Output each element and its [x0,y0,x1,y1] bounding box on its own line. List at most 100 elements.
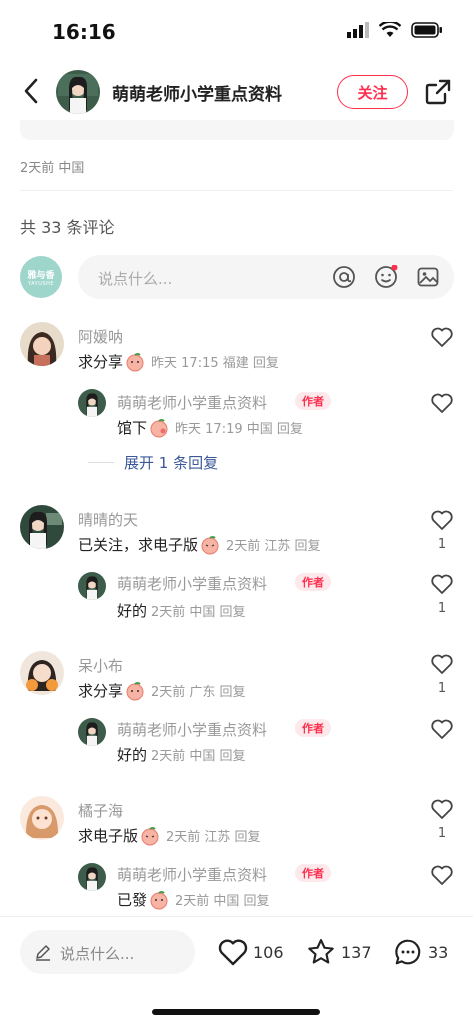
heart-icon[interactable] [430,573,454,595]
reply-text: 已發 2天前 中国 回复 [117,889,270,910]
reply-avatar[interactable] [78,572,106,600]
divider [20,190,453,191]
commenter-name[interactable]: 阿媛呐 [78,326,123,347]
home-indicator [152,1009,320,1015]
bottom-action-bar: 说点什么... 106 137 33 [0,916,473,1024]
reply-body: 馆下 [117,419,148,437]
reply-body: 好的 [117,746,148,764]
heart-icon[interactable] [430,326,454,348]
expand-replies-button[interactable]: 展开 1 条回复 [88,452,218,473]
comment-body: 求分享 [78,682,124,700]
shy-emoji-icon [150,418,168,437]
comment-meta[interactable]: 2天前 江苏 回复 [226,535,321,554]
teacher-avatar-image [78,572,106,600]
reply-author-name[interactable]: 萌萌老师小学重点资料 [117,573,267,594]
author-tag: 作者 [295,864,331,882]
commenter-avatar[interactable] [20,796,64,840]
heart-icon[interactable] [430,798,454,820]
comment-body: 求电子版 [78,827,139,845]
comment-text: 已关注，求电子版 2天前 江苏 回复 [78,534,321,555]
previous-content-card [20,120,454,140]
commenter-name[interactable]: 晴晴的天 [78,509,138,530]
battery-icon [411,22,442,38]
expand-line [88,462,114,463]
reply-author-name[interactable]: 萌萌老师小学重点资料 [117,719,267,740]
reply-meta[interactable]: 2天前 中国 回复 [151,601,246,620]
heart-icon[interactable] [430,718,454,740]
follow-button[interactable]: 关注 [337,75,408,109]
status-time: 16:16 [52,20,116,44]
heart-icon[interactable] [430,392,454,414]
reply-meta[interactable]: 2天前 中国 回复 [175,890,270,909]
reply-avatar[interactable] [78,863,106,891]
share-button[interactable] [424,78,452,106]
author-tag: 作者 [295,719,331,737]
heart-icon[interactable] [430,653,454,675]
emoji-icon[interactable] [374,265,398,289]
my-avatar-subtext: YAYUSHE [27,280,54,287]
girl-avatar-image [20,651,64,695]
like-count: 1 [437,681,447,696]
reply-text: 好的 2天前 中国 回复 [117,600,246,621]
comment-meta[interactable]: 2天前 江苏 回复 [166,826,261,845]
reply-avatar[interactable] [78,718,106,746]
commenter-name[interactable]: 呆小布 [78,655,123,676]
comment-input[interactable]: 说点什么... [78,255,454,299]
bottom-comment-input[interactable]: 说点什么... [20,930,195,974]
comment-input-row: 雅与香 YAYUSHE 说点什么... [0,254,473,300]
status-icons [347,22,443,38]
cartoon-girl-avatar-image [20,796,64,840]
reply-meta[interactable]: 2天前 中国 回复 [151,745,246,764]
reply-author-name[interactable]: 萌萌老师小学重点资料 [117,392,267,413]
reply-avatar[interactable] [78,389,106,417]
peach-emoji-icon [126,681,144,700]
peach-emoji-icon [150,890,168,909]
pleading-emoji-icon [201,535,219,554]
comment-meta[interactable]: 昨天 17:15 福建 回复 [151,352,279,371]
comment-button[interactable]: 33 [392,934,448,970]
wifi-icon [379,22,401,37]
like-button[interactable]: 106 [217,934,284,970]
collect-button[interactable]: 137 [305,934,372,970]
author-name[interactable]: 萌萌老师小学重点资料 [112,80,282,105]
like-count: 1 [437,537,447,552]
commenter-avatar[interactable] [20,651,64,695]
expand-replies-label: 展开 1 条回复 [124,454,219,472]
back-button[interactable] [14,74,48,108]
reply-text: 好的 2天前 中国 回复 [117,744,246,765]
reply-meta[interactable]: 昨天 17:19 中国 回复 [175,418,303,437]
girl-avatar-image [20,322,64,366]
collect-count: 137 [341,942,372,962]
image-icon[interactable] [416,265,440,289]
my-avatar[interactable]: 雅与香 YAYUSHE [20,256,62,298]
like-count: 1 [437,826,447,841]
comment-meta[interactable]: 2天前 广东 回复 [151,681,246,700]
comment-body: 求分享 [78,353,124,371]
author-avatar[interactable] [56,70,100,114]
commenter-avatar[interactable] [20,505,64,549]
status-bar: 16:16 [0,0,473,60]
commenter-avatar[interactable] [20,322,64,366]
comment-text: 求分享 2天前 广东 回复 [78,680,246,701]
post-meta: 2天前 中国 [20,161,85,176]
reply-body: 好的 [117,602,148,620]
comment-bubble-icon [395,939,421,965]
reply-body: 已發 [117,891,148,909]
author-tag: 作者 [295,392,331,410]
commenter-name[interactable]: 橘子海 [78,800,123,821]
reply-author-name[interactable]: 萌萌老师小学重点资料 [117,864,267,885]
teacher-avatar-image [20,505,64,549]
heart-icon[interactable] [430,864,454,886]
pleading-emoji-icon [141,826,159,845]
comment-count: 共 33 条评论 [20,218,115,237]
share-icon [425,79,451,105]
teacher-avatar-image [78,863,106,891]
pencil-icon [36,945,50,961]
teacher-avatar-image [78,389,106,417]
nav-header: 萌萌老师小学重点资料 关注 [0,64,473,120]
cellular-signal-icon [347,22,369,38]
heart-icon[interactable] [430,509,454,531]
like-count: 106 [253,942,284,962]
mention-icon[interactable] [332,265,356,289]
comment-total-count: 33 [428,942,449,962]
